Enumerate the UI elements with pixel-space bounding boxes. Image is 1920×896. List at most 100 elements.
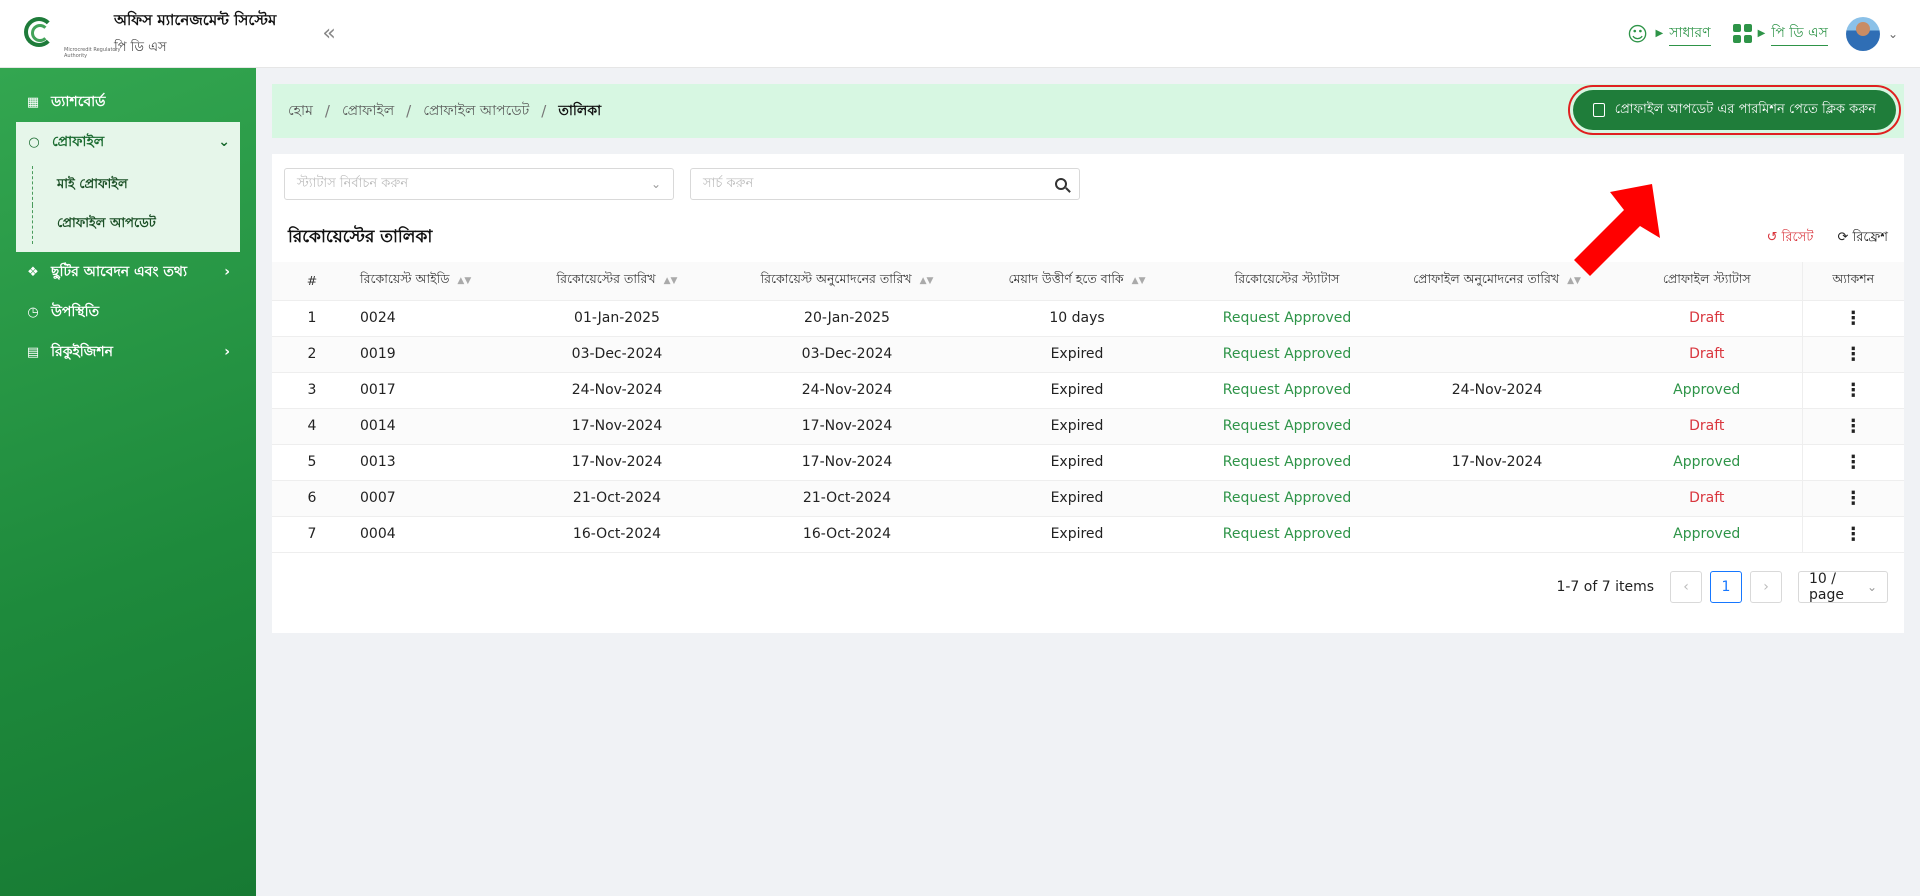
role-link[interactable]: সাধারণ <box>1669 21 1711 46</box>
row-number: 7 <box>272 516 352 553</box>
reset-button[interactable]: ↺ রিসেট <box>1767 228 1814 249</box>
request-approve-date: 03-Dec-2024 <box>732 336 962 373</box>
profile-status: Approved <box>1612 372 1802 409</box>
prev-page-button[interactable]: ‹ <box>1670 570 1702 603</box>
col-header[interactable]: রিকোয়েস্ট আইডি ▲▼ <box>352 262 502 301</box>
next-page-button[interactable]: › <box>1750 570 1782 603</box>
request-date: 01-Jan-2025 <box>502 300 732 337</box>
requisition-icon: ▤ <box>26 344 40 360</box>
breadcrumb: হোম / প্রোফাইল / প্রোফাইল আপডেট / তালিকা… <box>272 84 1904 138</box>
request-id: 0007 <box>352 480 502 517</box>
table-row: 5 0013 17-Nov-2024 17-Nov-2024 Expired Reques… <box>272 444 1904 481</box>
app-title: অফিস ম্যানেজমেন্ট সিস্টেম <box>114 10 277 29</box>
page-button-current[interactable]: 1 <box>1710 570 1742 603</box>
sidebar-item-attendance[interactable]: ◷ উপস্থিতি <box>0 292 256 332</box>
col-header[interactable]: রিকোয়েস্টের তারিখ ▲▼ <box>502 262 732 301</box>
profile-status: Draft <box>1612 408 1802 445</box>
remaining-time: Expired <box>962 336 1192 373</box>
profile-approve-date <box>1382 300 1612 337</box>
table-row: 4 0014 17-Nov-2024 17-Nov-2024 Expired Reques… <box>272 408 1904 445</box>
chevron-down-icon: ⌄ <box>218 134 230 150</box>
remaining-time: Expired <box>962 444 1192 481</box>
search-input[interactable]: সার্চ করুন <box>690 168 1080 200</box>
more-actions-icon[interactable]: ⋮ <box>1801 372 1904 409</box>
col-header[interactable]: মেয়াদ উত্তীর্ণ হতে বাকি ▲▼ <box>962 262 1192 301</box>
document-icon <box>1592 103 1605 117</box>
more-actions-icon[interactable]: ⋮ <box>1801 480 1904 517</box>
status-select-placeholder: স্ট্যাটাস নির্বাচন করুন <box>297 175 409 191</box>
mra-logo: Microcredit Regulatory Authority <box>24 16 121 59</box>
request-date: 16-Oct-2024 <box>502 516 732 553</box>
search-icon[interactable] <box>1055 178 1067 190</box>
triangle-right-icon: ▶ <box>1655 28 1664 39</box>
request-approve-date: 20-Jan-2025 <box>732 300 962 337</box>
profile-status: Approved <box>1612 516 1802 553</box>
more-actions-icon[interactable]: ⋮ <box>1801 444 1904 481</box>
request-id: 0019 <box>352 336 502 373</box>
breadcrumb-profile-update[interactable]: প্রোফাইল আপডেট <box>423 99 529 123</box>
profile-submenu: মাই প্রোফাইল প্রোফাইল আপডেট <box>16 162 240 252</box>
sidebar-item-leave[interactable]: ❖ ছুটির আবেদন এবং তথ্য › <box>0 252 256 292</box>
page-size-label: 10 / page <box>1809 570 1844 603</box>
col-header: অ্যাকশন <box>1801 262 1904 301</box>
col-header[interactable]: রিকোয়েস্ট অনুমোদনের তারিখ ▲▼ <box>732 262 962 301</box>
table-row: 7 0004 16-Oct-2024 16-Oct-2024 Expired Reques… <box>272 516 1904 553</box>
sidebar-subitem-my-profile[interactable]: মাই প্রোফাইল <box>32 166 240 205</box>
list-title: রিকোয়েস্টের তালিকা <box>288 227 433 247</box>
breadcrumb-profile[interactable]: প্রোফাইল <box>342 99 394 123</box>
breadcrumb-home[interactable]: হোম <box>288 99 313 123</box>
status-select[interactable]: স্ট্যাটাস নির্বাচন করুন ⌄ <box>284 168 674 200</box>
request-status: Request Approved <box>1192 480 1382 517</box>
refresh-button[interactable]: ⟳ রিফ্রেশ <box>1837 228 1888 249</box>
table-row: 1 0024 01-Jan-2025 20-Jan-2025 10 days Reques… <box>272 300 1904 337</box>
request-id: 0004 <box>352 516 502 553</box>
table-row: 3 0017 24-Nov-2024 24-Nov-2024 Expired Reques… <box>272 372 1904 409</box>
request-date: 17-Nov-2024 <box>502 408 732 445</box>
request-date: 03-Dec-2024 <box>502 336 732 373</box>
request-status: Request Approved <box>1192 444 1382 481</box>
profile-approve-date: 24-Nov-2024 <box>1382 372 1612 409</box>
more-actions-icon[interactable]: ⋮ <box>1801 300 1904 337</box>
request-status: Request Approved <box>1192 336 1382 373</box>
user-avatar[interactable] <box>1845 16 1880 51</box>
breadcrumb-current: তালিকা <box>558 103 602 119</box>
collapse-sidebar-icon[interactable]: « <box>322 21 335 46</box>
request-status: Request Approved <box>1192 300 1382 337</box>
main-content: হোম / প্রোফাইল / প্রোফাইল আপডেট / তালিকা… <box>272 84 1904 633</box>
remaining-time: 10 days <box>962 300 1192 337</box>
logo-caption: Microcredit Regulatory Authority <box>64 46 121 59</box>
request-status: Request Approved <box>1192 372 1382 409</box>
chevron-right-icon: › <box>224 344 230 360</box>
table-row: 2 0019 03-Dec-2024 03-Dec-2024 Expired Reques… <box>272 336 1904 373</box>
module-link[interactable]: পি ডি এস <box>1771 21 1828 46</box>
profile-approve-date <box>1382 336 1612 373</box>
sidebar-item-dashboard[interactable]: ▦ ড্যাশবোর্ড <box>0 82 256 122</box>
sidebar-item-profile[interactable]: ○ প্রোফাইল ⌄ <box>16 122 240 162</box>
sort-icon: ▲▼ <box>663 275 678 286</box>
pagination: 1-7 of 7 items ‹ 1 › 10 / page ⌄ <box>272 553 1904 633</box>
top-header: Microcredit Regulatory Authority অফিস ম্… <box>0 0 1920 68</box>
page-size-select[interactable]: 10 / page ⌄ <box>1798 570 1888 603</box>
chevron-down-icon: ⌄ <box>650 177 661 191</box>
more-actions-icon[interactable]: ⋮ <box>1801 336 1904 373</box>
request-permission-button[interactable]: প্রোফাইল আপডেট এর পারমিশন পেতে ক্লিক করু… <box>1567 85 1902 135</box>
sidebar-subitem-profile-update[interactable]: প্রোফাইল আপডেট <box>32 205 240 244</box>
profile-approve-date <box>1382 480 1612 517</box>
chevron-down-icon: ⌄ <box>1866 579 1877 594</box>
request-approve-date: 16-Oct-2024 <box>732 516 962 553</box>
sidebar-item-requisition[interactable]: ▤ রিকুইজিশন › <box>0 332 256 372</box>
refresh-label: রিফ্রেশ <box>1852 229 1888 245</box>
col-header: রিকোয়েস্টের স্ট্যাটাস <box>1192 262 1382 301</box>
profile-status: Draft <box>1612 300 1802 337</box>
sort-icon: ▲▼ <box>457 275 472 286</box>
sidebar-item-label: রিকুইজিশন <box>51 344 113 360</box>
more-actions-icon[interactable]: ⋮ <box>1801 408 1904 445</box>
row-number: 2 <box>272 336 352 373</box>
chevron-down-icon[interactable]: ⌄ <box>1888 27 1898 41</box>
profile-approve-date <box>1382 516 1612 553</box>
remaining-time: Expired <box>962 408 1192 445</box>
sidebar-item-label: প্রোফাইল <box>52 134 105 150</box>
profile-status: Approved <box>1612 444 1802 481</box>
request-table: # রিকোয়েস্ট আইডি ▲▼ রিকোয়েস্টের তারিখ ▲▼… <box>272 262 1904 553</box>
more-actions-icon[interactable]: ⋮ <box>1801 516 1904 553</box>
